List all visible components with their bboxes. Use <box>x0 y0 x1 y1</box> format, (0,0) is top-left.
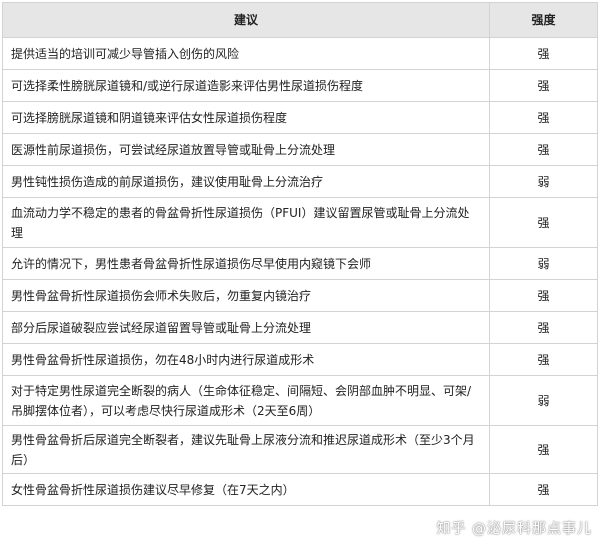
strength-grade: 强 <box>489 425 598 474</box>
recommendation-text: 男性骨盆骨折性尿道损伤，勿在48小时内进行尿道成形术 <box>2 343 490 376</box>
recommendation-text: 男性骨盆骨折性尿道损伤会师术失败后，勿重复内镜治疗 <box>2 279 490 312</box>
strength-grade: 弱 <box>489 375 598 426</box>
strength-grade: 强 <box>489 311 598 344</box>
table-row: 对于特定男性尿道完全断裂的病人（生命体征稳定、间隔短、会阴部血肿不明显、可架/吊… <box>2 375 598 426</box>
recommendation-table: 建议 强度 提供适当的培训可减少导管插入创伤的风险 强 可选择柔性膀胱尿道镜和/… <box>2 2 598 506</box>
column-header-strength: 强度 <box>489 2 598 38</box>
table-row: 部分后尿道破裂应尝试经尿道留置导管或耻骨上分流处理 强 <box>2 311 598 344</box>
recommendation-text: 血流动力学不稳定的患者的骨盆骨折性尿道损伤（PFUI）建议留置尿管或耻骨上分流处… <box>2 197 490 248</box>
recommendation-text: 允许的情况下，男性患者骨盆骨折性尿道损伤尽早使用内窥镜下会师 <box>2 247 490 280</box>
table-row: 可选择柔性膀胱尿道镜和/或逆行尿道造影来评估男性尿道损伤程度 强 <box>2 69 598 102</box>
table-row: 男性骨盆骨折后尿道完全断裂者，建议先耻骨上尿液分流和推迟尿道成形术（至少3个月后… <box>2 425 598 474</box>
strength-grade: 弱 <box>489 165 598 198</box>
recommendation-text: 医源性前尿道损伤，可尝试经尿道放置导管或耻骨上分流处理 <box>2 133 490 166</box>
table-row: 医源性前尿道损伤，可尝试经尿道放置导管或耻骨上分流处理 强 <box>2 133 598 166</box>
strength-grade: 强 <box>489 133 598 166</box>
column-header-recommendation: 建议 <box>2 2 490 38</box>
recommendation-text: 男性钝性损伤造成的前尿道损伤，建议使用耻骨上分流治疗 <box>2 165 490 198</box>
table-row: 血流动力学不稳定的患者的骨盆骨折性尿道损伤（PFUI）建议留置尿管或耻骨上分流处… <box>2 197 598 248</box>
table-row: 可选择膀胱尿道镜和阴道镜来评估女性尿道损伤程度 强 <box>2 101 598 134</box>
strength-grade: 弱 <box>489 247 598 280</box>
strength-grade: 强 <box>489 37 598 70</box>
strength-grade: 强 <box>489 473 598 506</box>
strength-grade: 强 <box>489 279 598 312</box>
recommendation-text: 男性骨盆骨折后尿道完全断裂者，建议先耻骨上尿液分流和推迟尿道成形术（至少3个月后… <box>2 425 490 474</box>
table-row: 男性骨盆骨折性尿道损伤，勿在48小时内进行尿道成形术 强 <box>2 343 598 376</box>
recommendation-text: 可选择膀胱尿道镜和阴道镜来评估女性尿道损伤程度 <box>2 101 490 134</box>
strength-grade: 强 <box>489 197 598 248</box>
table-row: 男性钝性损伤造成的前尿道损伤，建议使用耻骨上分流治疗 弱 <box>2 165 598 198</box>
recommendation-text: 可选择柔性膀胱尿道镜和/或逆行尿道造影来评估男性尿道损伤程度 <box>2 69 490 102</box>
recommendation-text: 提供适当的培训可减少导管插入创伤的风险 <box>2 37 490 70</box>
table-header-row: 建议 强度 <box>2 2 598 38</box>
recommendation-text: 部分后尿道破裂应尝试经尿道留置导管或耻骨上分流处理 <box>2 311 490 344</box>
table-row: 允许的情况下，男性患者骨盆骨折性尿道损伤尽早使用内窥镜下会师 弱 <box>2 247 598 280</box>
strength-grade: 强 <box>489 101 598 134</box>
table-row: 女性骨盆骨折性尿道损伤建议尽早修复（在7天之内） 强 <box>2 473 598 506</box>
zhihu-watermark: 知乎 @泌尿科那点事儿 <box>436 521 592 537</box>
strength-grade: 强 <box>489 343 598 376</box>
table-row: 男性骨盆骨折性尿道损伤会师术失败后，勿重复内镜治疗 强 <box>2 279 598 312</box>
strength-grade: 强 <box>489 69 598 102</box>
table-row: 提供适当的培训可减少导管插入创伤的风险 强 <box>2 37 598 70</box>
recommendation-text: 对于特定男性尿道完全断裂的病人（生命体征稳定、间隔短、会阴部血肿不明显、可架/吊… <box>2 375 490 426</box>
recommendation-text: 女性骨盆骨折性尿道损伤建议尽早修复（在7天之内） <box>2 473 490 506</box>
